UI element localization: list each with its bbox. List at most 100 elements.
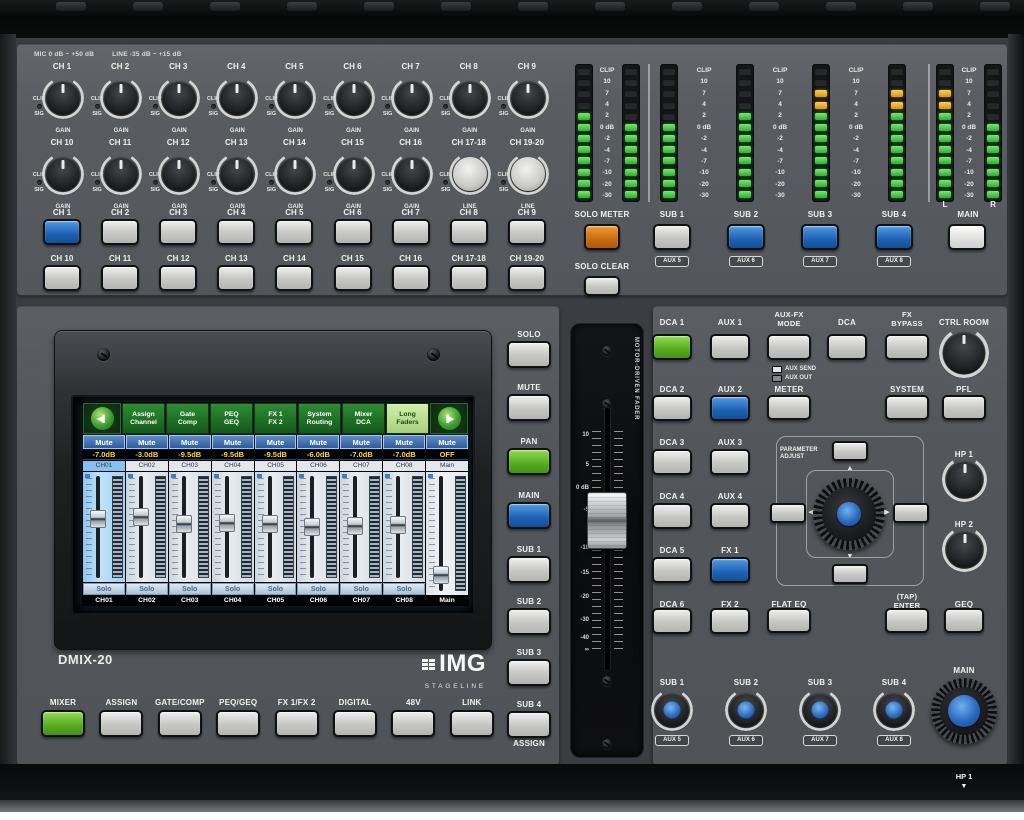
hp2-knob[interactable]	[946, 531, 983, 568]
sub-level-knob-sub-2[interactable]	[729, 693, 763, 727]
mode-button-assign[interactable]	[99, 710, 143, 737]
mode-button-peq-geq[interactable]	[216, 710, 260, 737]
flat-eq-button[interactable]	[767, 608, 811, 633]
strip-fader-area[interactable]	[426, 472, 468, 595]
button-aux-1[interactable]	[710, 334, 750, 360]
screen-tab-mixer-dca[interactable]: Mixer DCA	[342, 403, 385, 434]
fx-bypass-button[interactable]	[885, 334, 929, 360]
strip-mute-button[interactable]: Mute	[383, 435, 425, 449]
strip-solo-button[interactable]: Solo	[126, 583, 168, 595]
gain-knob-ch-19-20[interactable]	[511, 157, 545, 191]
meter-button[interactable]	[767, 395, 811, 420]
strip-mute-button[interactable]: Mute	[212, 435, 254, 449]
screen-tab-peq-geq[interactable]: PEQ GEQ	[210, 403, 253, 434]
gain-knob-ch-15[interactable]	[337, 157, 371, 191]
button-dca-4[interactable]	[652, 503, 692, 529]
mode-button-gate-comp[interactable]	[158, 710, 202, 737]
strip-fader-area[interactable]	[169, 472, 211, 582]
button-aux-3[interactable]	[710, 449, 750, 475]
gain-knob-ch-17-18[interactable]	[453, 157, 487, 191]
strip-fader-area[interactable]	[126, 472, 168, 582]
sub-level-knob-sub-1[interactable]	[655, 693, 689, 727]
select-button-ch-15[interactable]	[334, 265, 372, 291]
button-dca-2[interactable]	[652, 395, 692, 421]
select-button-ch-4[interactable]	[217, 219, 255, 245]
gain-knob-ch-5[interactable]	[278, 81, 312, 115]
select-button-ch-1[interactable]	[43, 219, 81, 245]
strip-solo-button[interactable]: Solo	[383, 583, 425, 595]
touchscreen[interactable]: ◀▌Assign ChannelGate CompPEQ GEQFX 1 FX …	[82, 402, 469, 606]
strip-fader-handle[interactable]	[219, 514, 235, 532]
strip-bus-button-sub-1[interactable]	[507, 556, 551, 583]
gain-knob-ch-16[interactable]	[395, 157, 429, 191]
button-dca-6[interactable]	[652, 608, 692, 634]
select-button-ch-2[interactable]	[101, 219, 139, 245]
strip-mute-button[interactable]: Mute	[340, 435, 382, 449]
select-button-ch-19-20[interactable]	[508, 265, 546, 291]
strip-mute-button[interactable]: Mute	[83, 435, 125, 449]
gain-knob-ch-4[interactable]	[220, 81, 254, 115]
button-aux-4[interactable]	[710, 503, 750, 529]
gain-knob-ch-6[interactable]	[337, 81, 371, 115]
select-button-ch-7[interactable]	[392, 219, 430, 245]
strip-solo-button[interactable]: Solo	[83, 583, 125, 595]
gain-knob-ch-3[interactable]	[162, 81, 196, 115]
select-button-ch-12[interactable]	[159, 265, 197, 291]
strip-mute-button[interactable]: Mute	[169, 435, 211, 449]
parameter-right-button[interactable]	[893, 503, 929, 523]
sub-bus-button-sub-4[interactable]	[875, 224, 913, 250]
solo-meter-button[interactable]	[584, 224, 620, 250]
gain-knob-ch-14[interactable]	[278, 157, 312, 191]
gain-knob-ch-11[interactable]	[104, 157, 138, 191]
main-level-knob[interactable]	[931, 678, 997, 744]
strip-fader-area[interactable]	[212, 472, 254, 582]
strip-fader-handle[interactable]	[176, 515, 192, 533]
strip-solo-button[interactable]: Solo	[297, 583, 339, 595]
sub-level-knob-sub-4[interactable]	[877, 693, 911, 727]
strip-bus-button-sub-3[interactable]	[507, 659, 551, 686]
mode-button-link[interactable]	[450, 710, 494, 737]
aux-fx-mode-button[interactable]	[767, 334, 811, 360]
strip-solo-button[interactable]: Solo	[340, 583, 382, 595]
strip-fader-area[interactable]	[83, 472, 125, 582]
solo-clear-button[interactable]	[584, 276, 620, 296]
strip-bus-button-sub-2[interactable]	[507, 608, 551, 635]
strip-mute-button[interactable]: Mute	[255, 435, 297, 449]
select-button-ch-3[interactable]	[159, 219, 197, 245]
select-button-ch-14[interactable]	[275, 265, 313, 291]
geq-button[interactable]	[944, 608, 984, 633]
motor-fader-cap[interactable]	[587, 492, 627, 549]
strip-bus-button-sub-4[interactable]	[507, 711, 551, 738]
strip-fader-handle[interactable]	[262, 515, 278, 533]
parameter-down-button[interactable]	[832, 564, 868, 584]
strip-solo-button[interactable]: Solo	[169, 583, 211, 595]
strip-mute-button[interactable]: Mute	[426, 435, 468, 449]
select-button-ch-5[interactable]	[275, 219, 313, 245]
dca-mode-button[interactable]	[827, 334, 867, 360]
sub-level-knob-sub-3[interactable]	[803, 693, 837, 727]
button-fx-2[interactable]	[710, 608, 750, 634]
tap-enter-button[interactable]	[885, 608, 929, 633]
screen-tab-fx-1-fx-2[interactable]: FX 1 FX 2	[254, 403, 297, 434]
button-dca-1[interactable]	[652, 334, 692, 360]
button-aux-2[interactable]	[710, 395, 750, 421]
strip-solo-button[interactable]: Solo	[255, 583, 297, 595]
strip-fader-handle[interactable]	[304, 518, 320, 536]
sub-bus-button-sub-1[interactable]	[653, 224, 691, 250]
strip-bus-button-main[interactable]	[507, 502, 551, 529]
pfl-button[interactable]	[942, 395, 986, 420]
strip-mute-button[interactable]: Mute	[297, 435, 339, 449]
hp1-knob[interactable]	[946, 461, 983, 498]
select-button-ch-8[interactable]	[450, 219, 488, 245]
parameter-left-button[interactable]	[770, 503, 806, 523]
ctrl-room-knob[interactable]	[943, 332, 985, 374]
select-button-ch-17-18[interactable]	[450, 265, 488, 291]
mode-button-digital[interactable]	[333, 710, 377, 737]
gain-knob-ch-1[interactable]	[46, 81, 80, 115]
select-button-ch-9[interactable]	[508, 219, 546, 245]
parameter-up-button[interactable]	[832, 441, 868, 461]
strip-fader-handle[interactable]	[133, 508, 149, 526]
gain-knob-ch-13[interactable]	[220, 157, 254, 191]
screen-tab-long-faders[interactable]: Long Faders	[386, 403, 429, 434]
main-bus-button[interactable]	[948, 224, 986, 250]
